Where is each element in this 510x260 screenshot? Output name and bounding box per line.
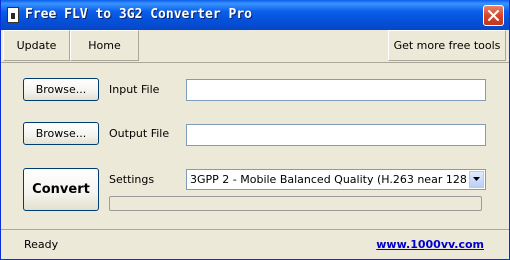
input-file-field[interactable]	[186, 79, 486, 101]
update-button[interactable]: Update	[3, 30, 70, 61]
output-file-field[interactable]	[186, 124, 486, 146]
close-button[interactable]	[483, 5, 504, 26]
status-bar: Ready www.1000vv.com	[1, 229, 509, 260]
app-window: Free FLV to 3G2 Converter Pro Update Hom…	[0, 0, 510, 260]
document-icon	[7, 7, 19, 23]
input-file-label: Input File	[109, 83, 160, 96]
menu-bar: Update Home Get more free tools	[1, 30, 509, 63]
browse-output-button[interactable]: Browse...	[23, 122, 99, 145]
settings-selected-value: 3GPP 2 - Mobile Balanced Quality (H.263 …	[190, 173, 467, 186]
status-text: Ready	[24, 238, 59, 251]
close-icon	[488, 10, 499, 21]
title-bar[interactable]: Free FLV to 3G2 Converter Pro	[1, 0, 509, 30]
window-title: Free FLV to 3G2 Converter Pro	[25, 7, 252, 22]
output-file-label: Output File	[109, 127, 170, 140]
settings-label: Settings	[109, 173, 155, 186]
browse-input-button[interactable]: Browse...	[23, 78, 99, 101]
settings-select[interactable]: 3GPP 2 - Mobile Balanced Quality (H.263 …	[186, 169, 486, 190]
website-link[interactable]: www.1000vv.com	[376, 238, 484, 251]
chevron-down-icon	[473, 177, 480, 181]
get-more-tools-button[interactable]: Get more free tools	[388, 30, 506, 61]
conversion-progress-bar	[109, 196, 482, 211]
dropdown-arrow[interactable]	[469, 171, 484, 188]
convert-button[interactable]: Convert	[23, 168, 99, 211]
home-button[interactable]: Home	[70, 30, 139, 61]
